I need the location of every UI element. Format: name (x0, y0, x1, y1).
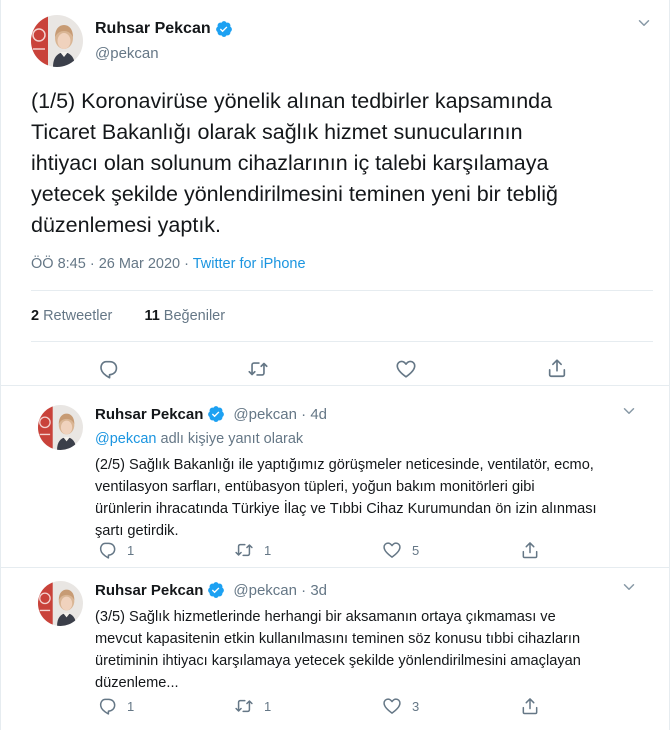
verified-badge-icon (215, 20, 233, 38)
retweet-icon (247, 358, 269, 380)
chevron-down-icon[interactable] (620, 402, 638, 420)
reply-count: 1 (127, 698, 135, 714)
like-button[interactable]: 3 (382, 696, 419, 716)
heart-icon (395, 358, 417, 380)
replying-to-handle[interactable]: @pekcan (95, 431, 156, 447)
reply-button[interactable]: 1 (97, 696, 134, 716)
like-stat[interactable]: 11 Beğeniler (144, 308, 225, 324)
avatar[interactable] (38, 405, 83, 450)
divider (31, 290, 653, 291)
author-handle-time[interactable]: @pekcan · 4d (233, 406, 327, 423)
avatar[interactable] (38, 581, 83, 626)
share-icon (546, 357, 568, 379)
share-button[interactable] (520, 540, 540, 560)
tweet-timestamp: ÖÖ 8:45 · 26 Mar 2020 · Twitter for iPho… (31, 256, 306, 272)
reply-header: Ruhsar Pekcan @pekcan · 4d (95, 405, 327, 423)
reply-icon (97, 696, 117, 716)
share-button[interactable] (520, 696, 540, 716)
reply-header: Ruhsar Pekcan @pekcan · 3d (95, 581, 327, 599)
heart-icon (382, 696, 402, 716)
chevron-down-icon[interactable] (620, 578, 638, 596)
like-count: 11 (144, 308, 160, 324)
author-handle-time[interactable]: @pekcan · 3d (233, 582, 327, 599)
retweet-count: 1 (264, 542, 272, 558)
avatar[interactable] (31, 15, 83, 67)
tweet-text: (1/5) Koronavirüse yönelik alınan tedbir… (31, 89, 559, 237)
retweet-stat-label: Retweetler (43, 308, 113, 324)
main-tweet: Ruhsar Pekcan @pekcan (1/5) Koronavirüse… (1, 0, 670, 386)
like-stat-label: Beğeniler (163, 308, 226, 324)
author-name[interactable]: Ruhsar Pekcan (95, 20, 211, 38)
replying-to-label: adlı kişiye yanıt olarak (156, 431, 304, 447)
tweet-time[interactable]: ÖÖ 8:45 · 26 Mar 2020 · (31, 256, 193, 272)
reply-button[interactable] (97, 358, 119, 380)
like-count: 5 (412, 542, 420, 558)
share-icon (520, 696, 540, 716)
retweet-icon (234, 696, 254, 716)
reply-button[interactable]: 1 (97, 540, 134, 560)
retweet-icon (234, 540, 254, 560)
reply-tweet[interactable]: Ruhsar Pekcan @pekcan · 3d (3/5) Sağlık … (1, 568, 670, 730)
reply-icon (97, 358, 119, 380)
reply-count: 1 (127, 542, 135, 558)
retweet-button[interactable]: 1 (234, 696, 271, 716)
replying-to: @pekcan adlı kişiye yanıt olarak (95, 431, 303, 447)
share-icon (520, 540, 540, 560)
author-name[interactable]: Ruhsar Pekcan (95, 582, 203, 599)
retweet-count: 1 (264, 698, 272, 714)
author-name-row[interactable]: Ruhsar Pekcan (95, 20, 233, 38)
retweet-stat[interactable]: 2 Retweetler (31, 308, 112, 324)
heart-icon (382, 540, 402, 560)
author-handle[interactable]: @pekcan (95, 45, 159, 62)
like-count: 3 (412, 698, 420, 714)
like-button[interactable]: 5 (382, 540, 419, 560)
reply-text: (3/5) Sağlık hizmetlerinde herhangi bir … (95, 609, 581, 691)
chevron-down-icon[interactable] (635, 14, 653, 32)
like-button[interactable] (395, 358, 417, 380)
retweet-button[interactable] (247, 358, 269, 380)
author-name[interactable]: Ruhsar Pekcan (95, 406, 203, 423)
reply-icon (97, 540, 117, 560)
verified-badge-icon (207, 405, 225, 423)
tweet-stats: 2 Retweetler 11 Beğeniler (31, 308, 225, 324)
tweet-thread: Ruhsar Pekcan @pekcan (1/5) Koronavirüse… (0, 0, 670, 730)
share-button[interactable] (546, 357, 568, 379)
retweet-count: 2 (31, 308, 40, 324)
retweet-button[interactable]: 1 (234, 540, 271, 560)
divider (31, 341, 653, 342)
reply-tweet[interactable]: Ruhsar Pekcan @pekcan · 4d @pekcan adlı … (1, 392, 670, 568)
tweet-source-link[interactable]: Twitter for iPhone (193, 256, 306, 272)
reply-text: (2/5) Sağlık Bakanlığı ile yaptığımız gö… (95, 457, 597, 539)
verified-badge-icon (207, 581, 225, 599)
